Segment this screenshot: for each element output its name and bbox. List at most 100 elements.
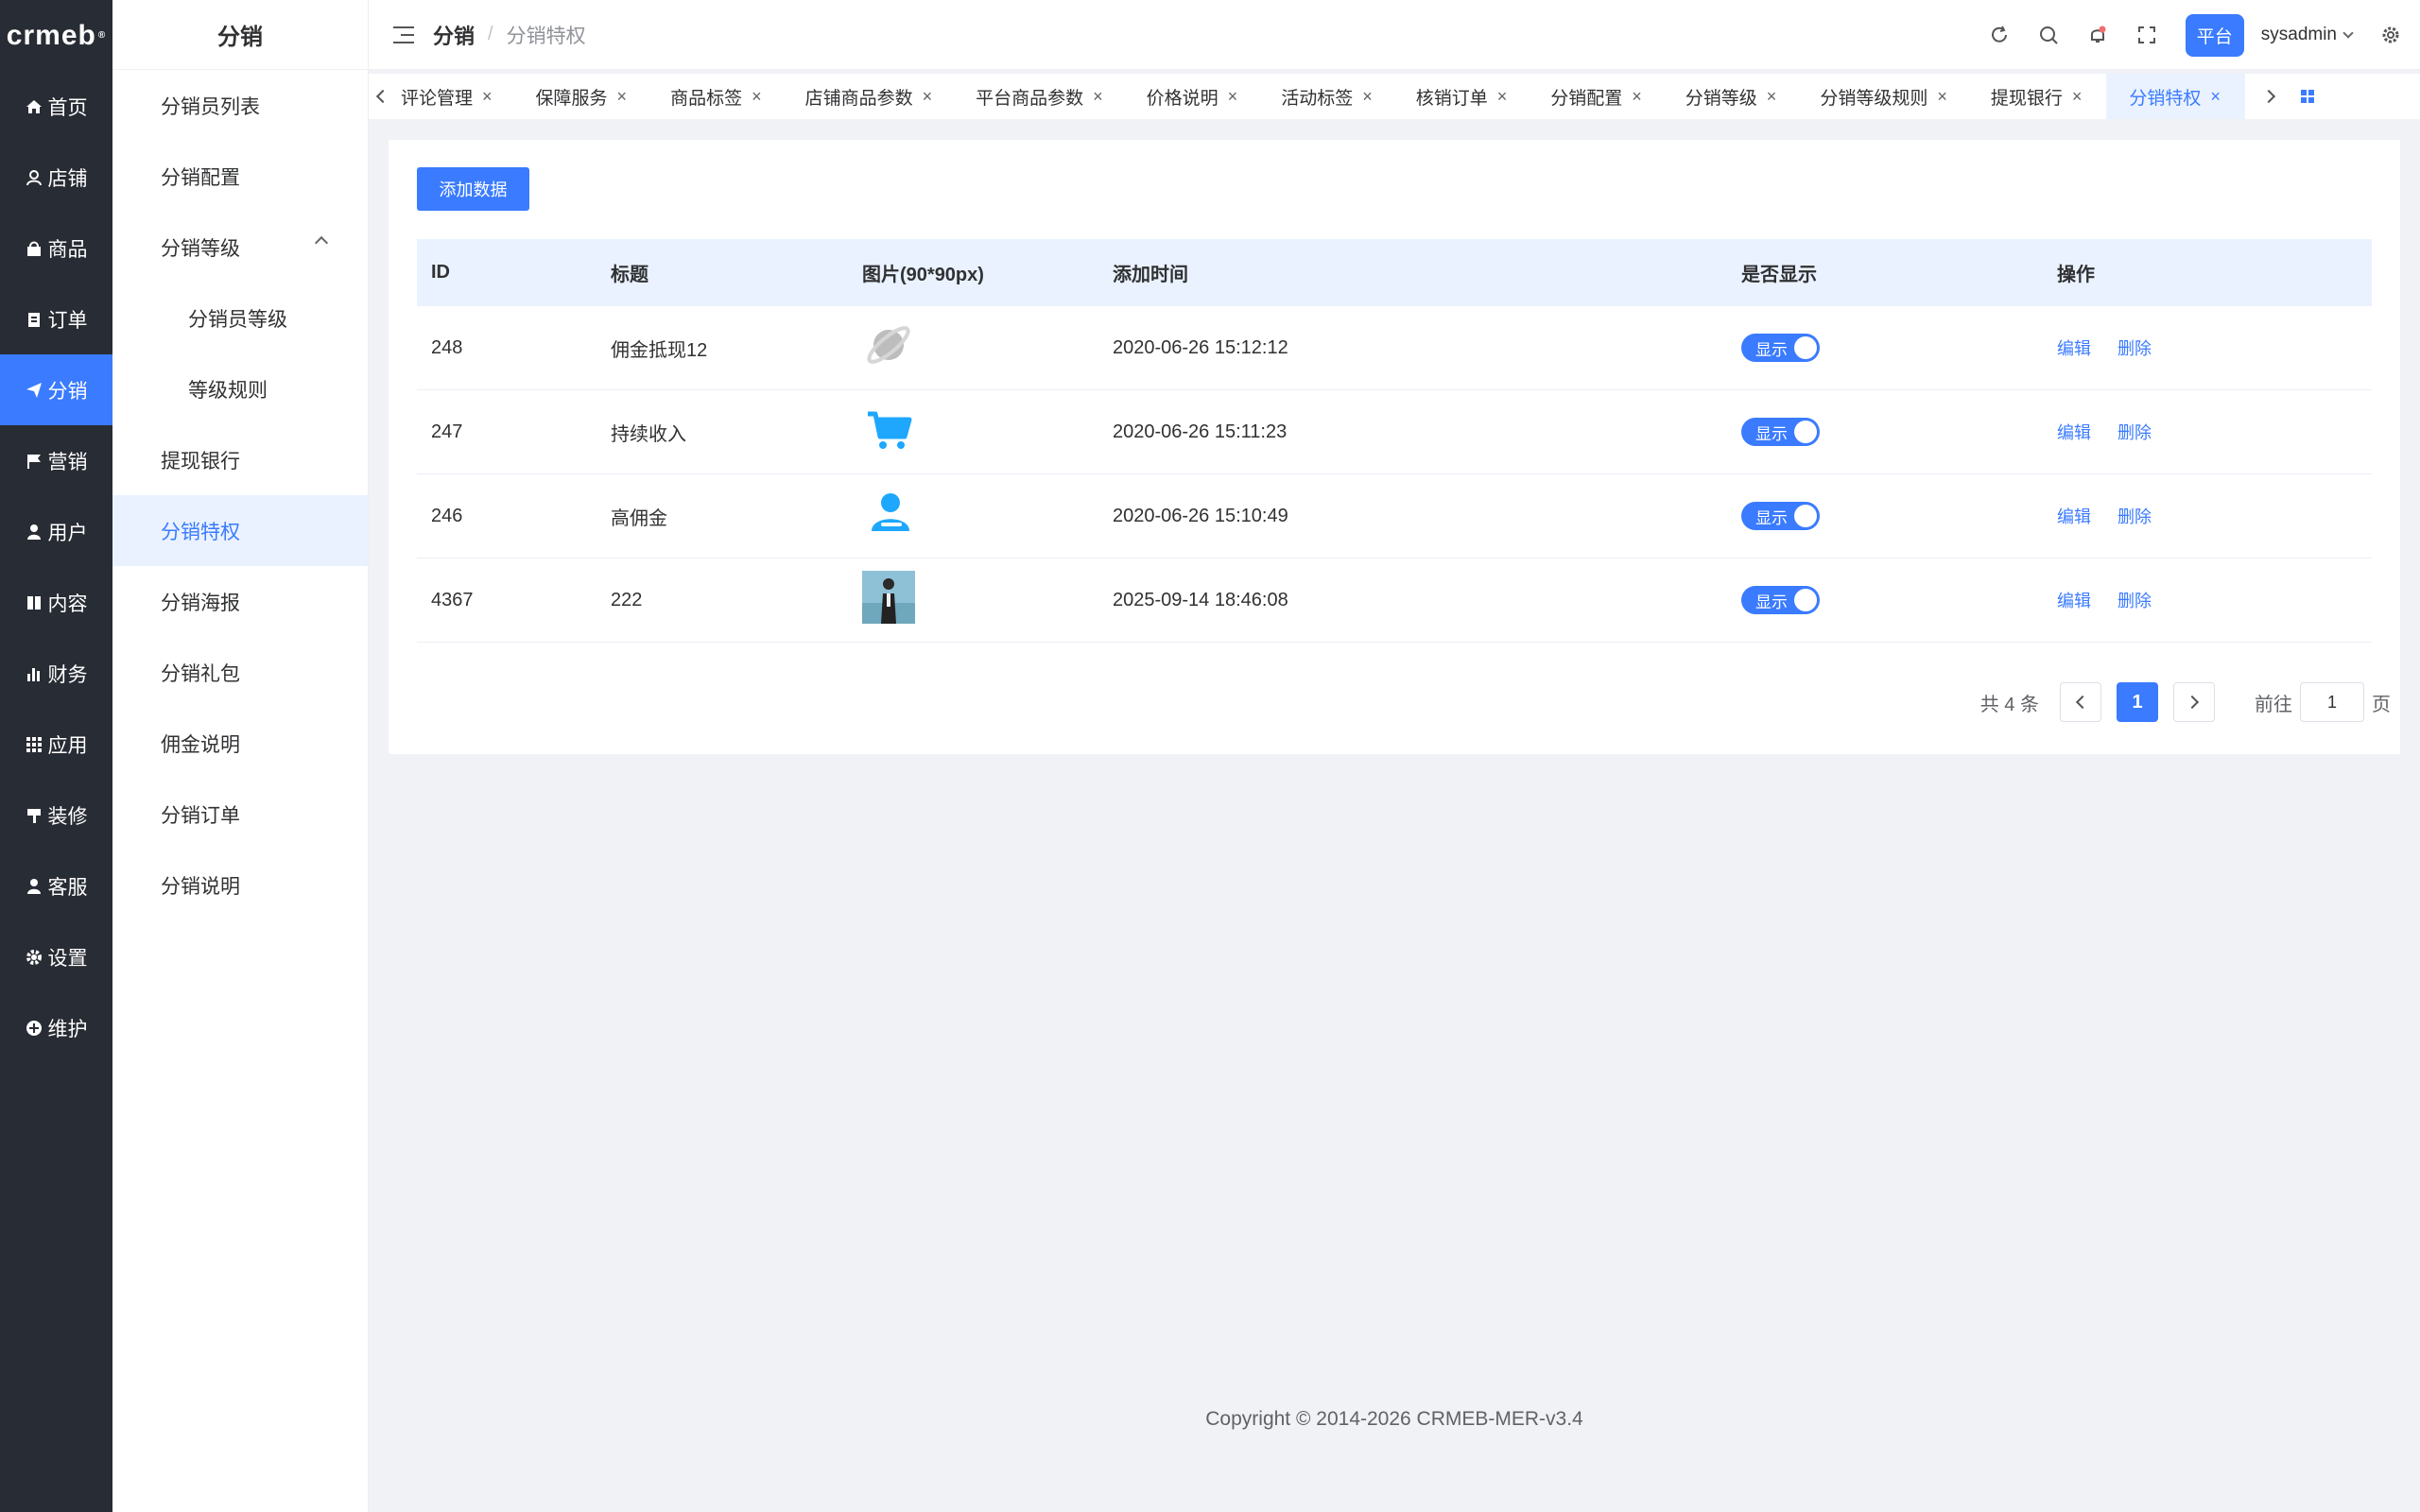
tabs-scroll-left-icon[interactable] — [374, 74, 391, 119]
submenu-item-distribution-config[interactable]: 分销配置 — [112, 141, 368, 212]
cell-show: 显示 — [1741, 586, 2057, 614]
close-icon[interactable]: × — [1632, 87, 1642, 107]
add-data-button[interactable]: 添加数据 — [417, 167, 529, 211]
rail-item-products[interactable]: 商品 — [0, 213, 112, 284]
rail-item-content[interactable]: 内容 — [0, 567, 112, 638]
tab-distribution-config[interactable]: 分销配置 × — [1541, 74, 1651, 119]
edit-link[interactable]: 编辑 — [2057, 504, 2091, 528]
rail-item-orders[interactable]: 订单 — [0, 284, 112, 354]
tab-distribution-privilege[interactable]: 分销特权 × — [2106, 74, 2245, 119]
tabs-scroll-right-icon[interactable] — [2260, 74, 2277, 119]
rail-item-service[interactable]: 客服 — [0, 850, 112, 921]
tab-product-tags[interactable]: 商品标签 × — [661, 74, 771, 119]
settings-gear-icon[interactable] — [2380, 25, 2401, 45]
page-number[interactable]: 1 — [2117, 682, 2158, 722]
delete-link[interactable]: 删除 — [2118, 420, 2152, 444]
edit-link[interactable]: 编辑 — [2057, 588, 2091, 612]
close-icon[interactable]: × — [1937, 87, 1947, 107]
rail-item-finance[interactable]: 财务 — [0, 638, 112, 709]
rail-label: 店铺 — [47, 167, 88, 190]
edit-link[interactable]: 编辑 — [2057, 420, 2091, 444]
rail-item-settings[interactable]: 设置 — [0, 921, 112, 992]
submenu-item-distributor-list[interactable]: 分销员列表 — [112, 70, 368, 141]
goto-label: 前往 — [2255, 694, 2292, 715]
submenu-item-distribution-orders[interactable]: 分销订单 — [112, 779, 368, 850]
submenu-item-distribution-level[interactable]: 分销等级 — [112, 212, 368, 283]
submenu-item-distributor-level[interactable]: 分销员等级 — [112, 283, 368, 353]
close-icon[interactable]: × — [1362, 87, 1373, 107]
privilege-table: ID 标题 图片(90*90px) 添加时间 是否显示 操作 248 佣金抵现1… — [417, 239, 2372, 643]
search-icon[interactable] — [2038, 25, 2059, 45]
tab-verify-orders[interactable]: 核销订单 × — [1407, 74, 1517, 119]
planet-icon[interactable] — [862, 318, 915, 371]
close-icon[interactable]: × — [923, 87, 933, 107]
tab-comments[interactable]: 评论管理 × — [391, 74, 502, 119]
delete-link[interactable]: 删除 — [2118, 335, 2152, 360]
submenu-item-withdraw-bank[interactable]: 提现银行 — [112, 424, 368, 495]
next-page-button[interactable] — [2173, 682, 2215, 722]
submenu-item-distribution-desc[interactable]: 分销说明 — [112, 850, 368, 920]
cell-show: 显示 — [1741, 502, 2057, 530]
submenu-item-distribution-gift[interactable]: 分销礼包 — [112, 637, 368, 708]
tab-price-desc[interactable]: 价格说明 × — [1137, 74, 1248, 119]
rail-item-store[interactable]: 店铺 — [0, 142, 112, 213]
goto-page-input[interactable]: 1 — [2300, 682, 2364, 722]
tab-withdraw-bank[interactable]: 提现银行 × — [1981, 74, 2092, 119]
platform-button[interactable]: 平台 — [2185, 13, 2244, 57]
close-icon[interactable]: × — [1767, 87, 1777, 107]
rail-item-users[interactable]: 用户 — [0, 496, 112, 567]
edit-link[interactable]: 编辑 — [2057, 335, 2091, 360]
close-icon[interactable]: × — [1228, 87, 1238, 107]
tab-guarantee[interactable]: 保障服务 × — [527, 74, 637, 119]
submenu-item-distribution-privilege[interactable]: 分销特权 — [112, 495, 368, 566]
photo-thumbnail[interactable] — [862, 571, 915, 624]
close-icon[interactable]: × — [1497, 87, 1508, 107]
bell-icon[interactable] — [2087, 25, 2108, 45]
rail-item-apps[interactable]: 应用 — [0, 709, 112, 780]
close-icon[interactable]: × — [617, 87, 628, 107]
user-menu[interactable]: sysadmin — [2261, 25, 2354, 45]
person-icon[interactable] — [862, 487, 915, 540]
tab-store-product-params[interactable]: 店铺商品参数 × — [796, 74, 942, 119]
headset-icon — [26, 878, 41, 894]
close-icon[interactable]: × — [2072, 87, 2083, 107]
tabs-grid-icon[interactable] — [2300, 89, 2315, 104]
submenu-item-commission-desc[interactable]: 佣金说明 — [112, 708, 368, 779]
rail-item-marketing[interactable]: 营销 — [0, 425, 112, 496]
rail-item-home[interactable]: 首页 — [0, 71, 112, 142]
gear-icon — [26, 949, 42, 965]
header-actions: 平台 sysadmin — [1989, 0, 2401, 70]
cart-icon[interactable] — [862, 403, 915, 455]
main-nav-rail: crmeb ® 首页 店铺 商品 订单 分销 营销 用户 内容 财务 应用 装修… — [0, 0, 112, 1512]
rail-label: 应用 — [47, 734, 88, 757]
fullscreen-icon[interactable] — [2136, 25, 2157, 45]
tab-platform-product-params[interactable]: 平台商品参数 × — [966, 74, 1113, 119]
close-icon[interactable]: × — [482, 87, 493, 107]
show-toggle[interactable]: 显示 — [1741, 418, 1820, 446]
close-icon[interactable]: × — [1093, 87, 1103, 107]
breadcrumb-parent[interactable]: 分销 — [433, 20, 475, 50]
close-icon[interactable]: × — [752, 87, 762, 107]
tab-distribution-level-rules[interactable]: 分销等级规则 × — [1810, 74, 1957, 119]
rail-item-maintenance[interactable]: 维护 — [0, 992, 112, 1063]
refresh-icon[interactable] — [1989, 25, 2010, 45]
show-toggle[interactable]: 显示 — [1741, 334, 1820, 362]
rail-item-decoration[interactable]: 装修 — [0, 780, 112, 850]
tab-activity-tags[interactable]: 活动标签 × — [1271, 74, 1382, 119]
cell-ops: 编辑 删除 — [2057, 588, 2372, 612]
tab-distribution-level[interactable]: 分销等级 × — [1676, 74, 1787, 119]
submenu-item-distribution-poster[interactable]: 分销海报 — [112, 566, 368, 637]
content-card: 添加数据 ID 标题 图片(90*90px) 添加时间 是否显示 操作 248 … — [389, 140, 2400, 754]
collapse-menu-icon[interactable] — [393, 26, 414, 43]
show-toggle[interactable]: 显示 — [1741, 502, 1820, 530]
submenu-item-level-rules[interactable]: 等级规则 — [112, 353, 368, 424]
show-toggle[interactable]: 显示 — [1741, 586, 1820, 614]
delete-link[interactable]: 删除 — [2118, 504, 2152, 528]
prev-page-button[interactable] — [2060, 682, 2101, 722]
close-icon[interactable]: × — [2210, 87, 2221, 107]
chevron-down-icon — [2342, 27, 2354, 39]
rail-item-distribution[interactable]: 分销 — [0, 354, 112, 425]
rail-label: 内容 — [47, 593, 88, 615]
cell-id: 247 — [431, 421, 463, 442]
delete-link[interactable]: 删除 — [2118, 588, 2152, 612]
